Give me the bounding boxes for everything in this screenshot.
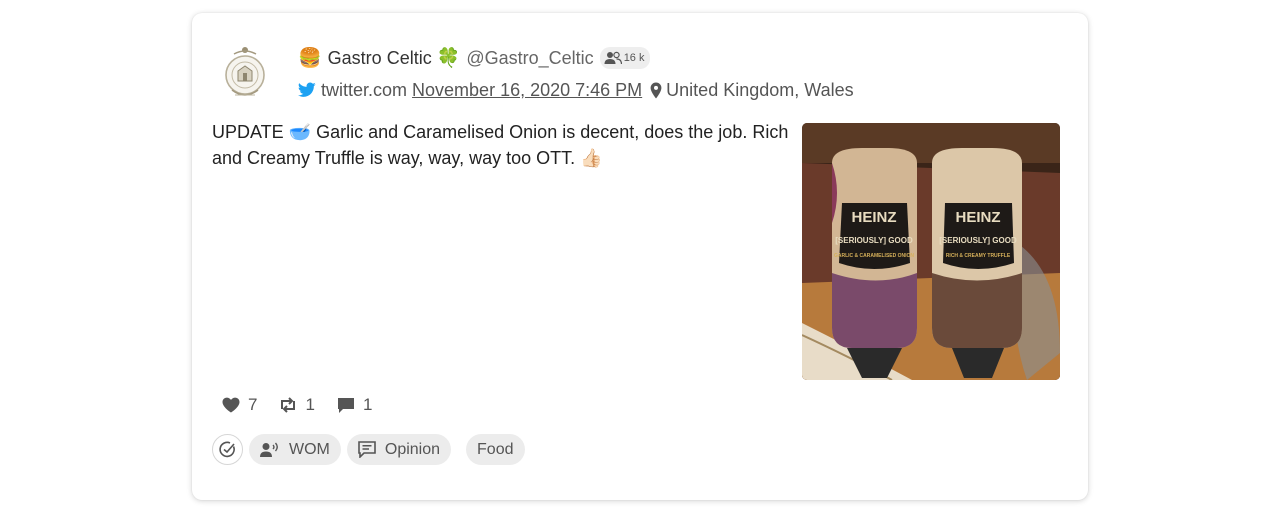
comment-icon (337, 397, 354, 413)
twitter-bird-icon (298, 82, 316, 97)
source-link[interactable]: twitter.com (321, 80, 407, 101)
author-handle[interactable]: @Gastro_Celtic (466, 48, 593, 69)
avatar[interactable] (218, 43, 272, 107)
author-line: 🍔 Gastro Celtic 🍀 @Gastro_Celtic 16 k (298, 45, 1058, 71)
right-bottle-flavour: RICH & CREAMY TRUFFLE (946, 253, 1011, 259)
post-card: 🍔 Gastro Celtic 🍀 @Gastro_Celtic 16 k tw… (192, 13, 1088, 500)
tag-opinion-label: Opinion (384, 440, 441, 458)
burger-emoji: 🍔 (298, 47, 322, 69)
likes-count: 7 (248, 395, 258, 414)
tag-wom-label: WOM (289, 440, 330, 458)
retweets-count: 1 (305, 395, 315, 414)
tag-opinion[interactable]: Opinion (346, 434, 452, 465)
replies-metric[interactable]: 1 (337, 395, 372, 415)
post-image[interactable]: HEINZ [SERIOUSLY] GOOD GARLIC & CARAMELI… (802, 123, 1060, 380)
author-name[interactable]: Gastro Celtic (328, 48, 432, 69)
tag-food[interactable]: Food (466, 434, 525, 465)
tag-food-label: Food (477, 440, 514, 458)
engagement-metrics: 7 1 1 (222, 395, 394, 415)
retweets-metric[interactable]: 1 (279, 395, 315, 415)
meta-line: twitter.com November 16, 2020 7:46 PM Un… (298, 77, 1058, 103)
left-bottle-tagline: [SERIOUSLY] GOOD (835, 236, 913, 245)
post-text: UPDATE 🥣 Garlic and Caramelised Onion is… (212, 122, 789, 168)
heart-icon (222, 397, 240, 413)
post-header: 🍔 Gastro Celtic 🍀 @Gastro_Celtic 16 k tw… (298, 45, 1058, 103)
people-icon (604, 51, 622, 65)
mayonnaise-photo: HEINZ [SERIOUSLY] GOOD GARLIC & CARAMELI… (802, 123, 1060, 380)
left-bottle-brand: HEINZ (852, 209, 897, 226)
followers-badge: 16 k (599, 47, 651, 69)
tag-wom[interactable]: WOM (249, 434, 341, 465)
followers-count: 16 k (623, 52, 645, 64)
map-pin-icon (650, 82, 662, 98)
post-location: United Kingdom, Wales (666, 79, 854, 100)
comment-lines-icon (358, 441, 376, 458)
right-bottle-brand: HEINZ (956, 209, 1001, 226)
speaking-person-icon (260, 442, 278, 457)
replies-count: 1 (362, 395, 373, 414)
check-icon (219, 441, 235, 458)
left-bottle-flavour: GARLIC & CARAMELISED ONION (834, 253, 914, 259)
right-bottle-tagline: [SERIOUSLY] GOOD (939, 236, 1017, 245)
crest-logo-icon (225, 47, 265, 96)
clover-emoji: 🍀 (436, 47, 461, 69)
tag-chips: WOM Opinion Food (212, 434, 531, 465)
retweet-icon (281, 397, 296, 413)
check-circle-button[interactable] (212, 434, 243, 465)
likes-metric[interactable]: 7 (222, 395, 257, 415)
post-date-link[interactable]: November 16, 2020 7:46 PM (412, 80, 642, 101)
